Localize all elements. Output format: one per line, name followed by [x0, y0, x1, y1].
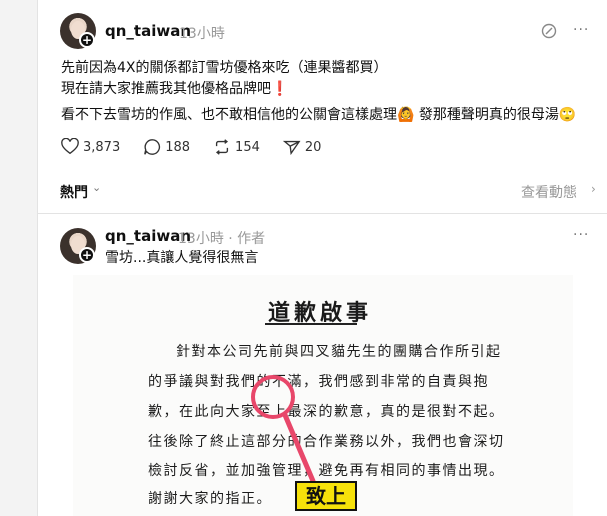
- sort-dropdown[interactable]: 熱門: [60, 182, 88, 202]
- follow-plus-icon[interactable]: +: [79, 247, 95, 263]
- send-icon: [282, 140, 301, 156]
- post-time: 13小時: [179, 26, 225, 42]
- share-button[interactable]: 20: [282, 138, 322, 156]
- post-text-line: 現在請大家推薦我其他優格品牌吧❗: [61, 81, 289, 97]
- post-text-line: 先前因為4X的關係都訂雪坊優格來吃（連果醬都買）: [61, 60, 388, 76]
- heart-icon: [61, 138, 79, 155]
- attached-apology-image[interactable]: 道歉啟事 針對本公司先前與四叉貓先生的團購合作所引起 的爭議與對我們的不滿，我們…: [73, 275, 573, 516]
- view-activity-link[interactable]: 查看動態: [521, 182, 577, 202]
- post-stats: 3,873 188 154 20: [61, 137, 344, 157]
- repost-icon: [215, 139, 229, 155]
- post-time: 13小時 · 作者: [178, 231, 266, 247]
- comment-icon: [144, 139, 161, 155]
- feed-card: + qn_taiwan 13小時 ··· 先前因為4X的關係都訂雪坊優格來吃（連…: [37, 0, 607, 516]
- annotation-circle-icon: [251, 375, 316, 484]
- more-options-icon[interactable]: ···: [573, 22, 589, 38]
- chevron-down-icon[interactable]: ⌄: [92, 181, 101, 194]
- replies-sort-bar: 熱門 ⌄ 查看動態 ›: [38, 170, 607, 210]
- divider: [38, 213, 607, 214]
- repost-count: 154: [235, 139, 260, 155]
- share-count: 20: [304, 139, 322, 155]
- annotation-badge: 致上: [295, 481, 357, 511]
- like-button[interactable]: 3,873: [61, 138, 120, 156]
- chevron-right-icon[interactable]: ›: [591, 182, 596, 196]
- post-text-line: 雪坊...真讓人覺得很無言: [105, 250, 259, 266]
- repost-button[interactable]: 154: [213, 138, 260, 156]
- post-text-line: 看不下去雪坊的作風、也不敢相信他的公關會這樣處理🙆 發那種聲明真的很母湯🙄: [61, 107, 577, 123]
- comment-button[interactable]: 188: [143, 138, 190, 156]
- more-options-icon[interactable]: ···: [573, 227, 589, 243]
- comment-count: 188: [165, 139, 191, 155]
- follow-plus-icon[interactable]: +: [79, 32, 95, 48]
- hide-icon[interactable]: [541, 23, 557, 39]
- like-count: 3,873: [83, 139, 121, 155]
